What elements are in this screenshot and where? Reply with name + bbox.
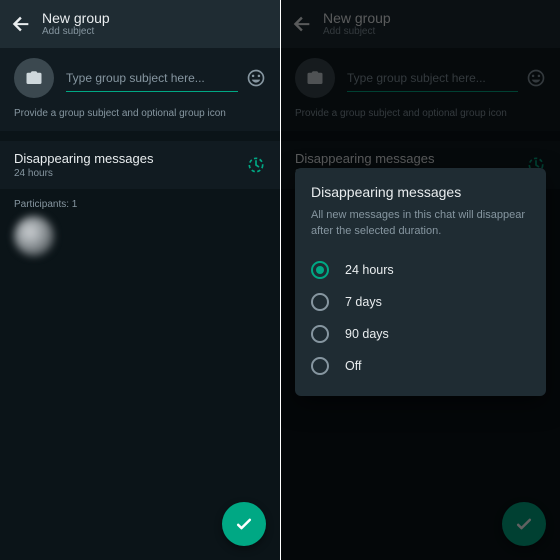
app-bar: New group Add subject	[0, 0, 280, 48]
dm-option-label: 7 days	[345, 295, 382, 309]
page-subtitle: Add subject	[42, 26, 110, 38]
screen-left: New group Add subject Provide a group su…	[0, 0, 280, 560]
dm-option-label: Off	[345, 359, 361, 373]
dm-option-label: 24 hours	[345, 263, 394, 277]
check-icon	[234, 514, 254, 534]
radio-icon	[311, 261, 329, 279]
emoji-icon[interactable]	[246, 68, 266, 88]
confirm-fab[interactable]	[222, 502, 266, 546]
back-icon[interactable]	[10, 13, 32, 35]
dm-option[interactable]: 90 days	[311, 318, 530, 350]
radio-icon	[311, 293, 329, 311]
disappearing-messages-row[interactable]: Disappearing messages 24 hours	[0, 141, 280, 189]
dm-option-label: 90 days	[345, 327, 389, 341]
participants-label: Participants: 1	[0, 189, 280, 216]
radio-icon	[311, 357, 329, 375]
dm-option[interactable]: 7 days	[311, 286, 530, 318]
dm-option[interactable]: Off	[311, 350, 530, 382]
screen-right: New group Add subject Provide a group su…	[280, 0, 560, 560]
page-title: New group	[42, 10, 110, 26]
group-subject-input[interactable]	[66, 65, 238, 92]
subject-panel: Provide a group subject and optional gro…	[0, 48, 280, 131]
dm-value: 24 hours	[14, 168, 153, 179]
dialog-description: All new messages in this chat will disap…	[311, 208, 530, 240]
dm-dialog: Disappearing messages All new messages i…	[295, 168, 546, 396]
camera-icon	[25, 69, 43, 87]
dialog-title: Disappearing messages	[311, 184, 530, 200]
dm-option[interactable]: 24 hours	[311, 254, 530, 286]
timer-icon	[246, 155, 266, 175]
participants-list	[0, 216, 280, 256]
group-icon-picker[interactable]	[14, 58, 54, 98]
subject-hint: Provide a group subject and optional gro…	[14, 108, 266, 119]
radio-icon	[311, 325, 329, 343]
dm-title: Disappearing messages	[14, 151, 153, 166]
participant-avatar[interactable]	[14, 216, 54, 256]
